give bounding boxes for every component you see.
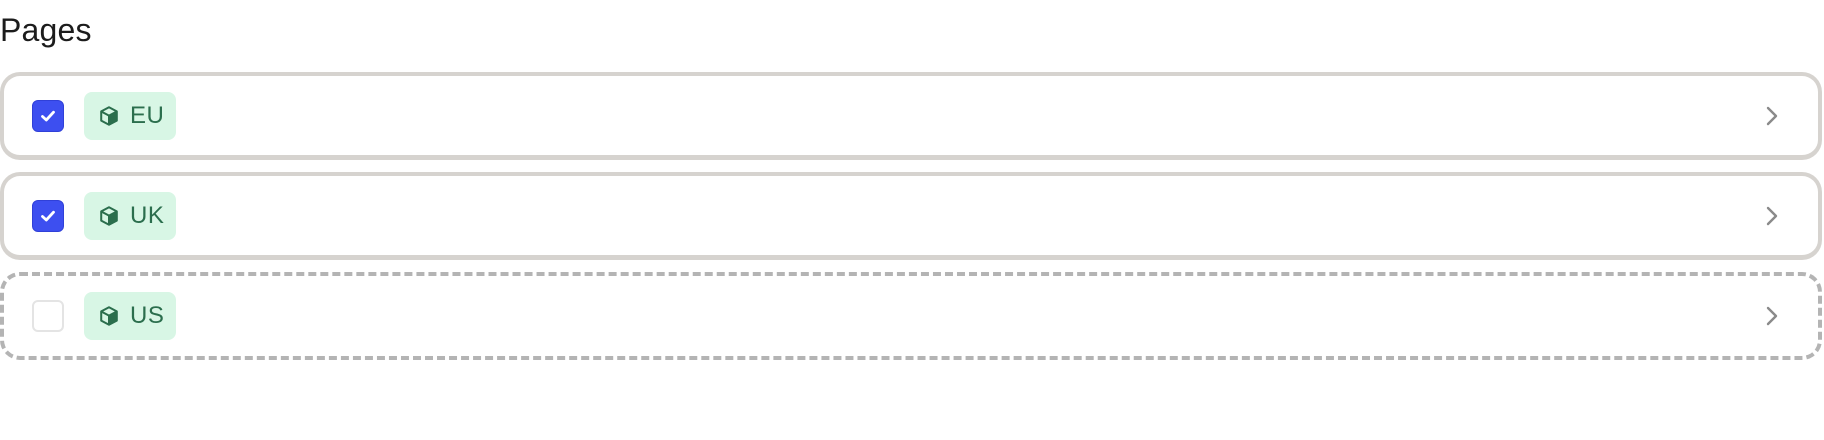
package-icon	[98, 205, 120, 227]
checkmark-icon	[41, 210, 55, 221]
package-icon	[98, 305, 120, 327]
page-tag-us: US	[84, 292, 177, 340]
chevron-right-icon[interactable]	[1762, 304, 1782, 328]
section-title: Pages	[0, 12, 92, 48]
page-label: EU	[130, 101, 165, 129]
chevron-right-icon[interactable]	[1762, 104, 1782, 128]
page-row-uk[interactable]: UK	[0, 172, 1822, 260]
page-checkbox-us[interactable]	[32, 300, 64, 332]
page-checkbox-eu[interactable]	[32, 99, 64, 132]
page-row-eu[interactable]: EU	[0, 72, 1822, 160]
package-icon	[98, 105, 120, 127]
page-tag-uk: UK	[84, 191, 177, 240]
chevron-right-icon[interactable]	[1762, 204, 1782, 228]
page-checkbox-uk[interactable]	[32, 199, 64, 232]
page-label: UK	[130, 201, 165, 229]
page-tag-eu: EU	[84, 91, 177, 140]
page-label: US	[130, 302, 165, 329]
pages-section: Pages EU UK US	[0, 0, 1824, 440]
page-row-us[interactable]: US	[0, 272, 1822, 360]
checkmark-icon	[41, 110, 55, 121]
